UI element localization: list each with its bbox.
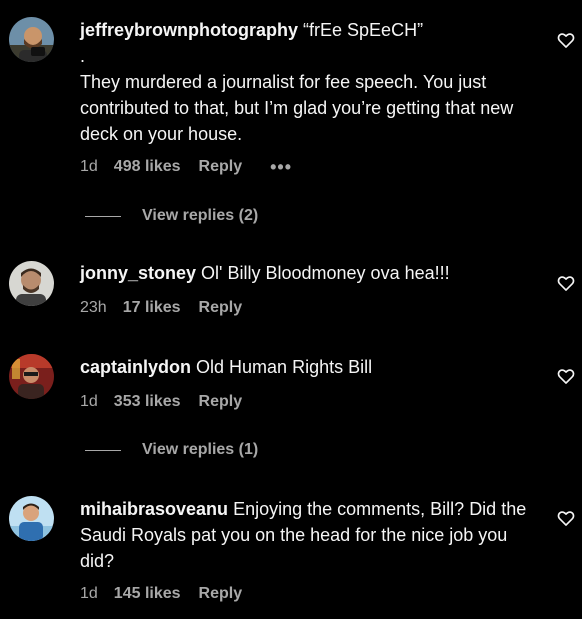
avatar[interactable] (9, 354, 54, 399)
like-heart-icon[interactable] (556, 30, 576, 50)
comment-username[interactable]: mihaibrasoveanu (80, 499, 228, 519)
comment-username[interactable]: jonny_stoney (80, 263, 196, 283)
like-heart-icon[interactable] (556, 366, 576, 386)
divider-line (85, 215, 121, 217)
comment-meta: 1d 145 likes Reply (80, 584, 242, 604)
comment-username[interactable]: jeffreybrownphotography (80, 20, 298, 40)
like-heart-icon[interactable] (556, 508, 576, 528)
comment-meta: 1d 498 likes Reply ••• (80, 157, 292, 177)
comment-time: 1d (80, 393, 98, 410)
comment-text: Old Human Rights Bill (196, 357, 373, 377)
comment-body: mihaibrasoveanu Enjoying the comments, B… (80, 496, 540, 574)
comment-time: 1d (80, 158, 98, 175)
comment-meta: 1d 353 likes Reply (80, 392, 242, 412)
profile-photo-bearded-man-icon (9, 17, 54, 62)
comment-body: jonny_stoney Ol' Billy Bloodmoney ova he… (80, 260, 540, 286)
avatar[interactable] (9, 261, 54, 306)
comment-body: jeffreybrownphotography “frEe SpEeCH” . … (80, 17, 540, 147)
comment-text-line: . (80, 46, 86, 66)
view-replies-button[interactable]: View replies (2) (85, 207, 258, 225)
more-options-icon[interactable]: ••• (270, 157, 292, 177)
comment-text-line: “frEe SpEeCH” (303, 20, 424, 40)
comment-text: Ol' Billy Bloodmoney ova hea!!! (201, 263, 450, 283)
reply-button[interactable]: Reply (199, 584, 243, 604)
avatar[interactable] (9, 496, 54, 541)
likes-count[interactable]: 17 likes (123, 298, 181, 318)
comment-meta: 23h 17 likes Reply (80, 298, 242, 318)
likes-count[interactable]: 353 likes (114, 392, 181, 412)
avatar[interactable] (9, 17, 54, 62)
likes-count[interactable]: 145 likes (114, 584, 181, 604)
divider-line (85, 449, 121, 451)
comment-time: 1d (80, 585, 98, 602)
view-replies-label: View replies (2) (142, 207, 259, 224)
view-replies-label: View replies (1) (142, 441, 259, 458)
view-replies-button[interactable]: View replies (1) (85, 441, 258, 459)
reply-button[interactable]: Reply (199, 392, 243, 412)
like-heart-icon[interactable] (556, 273, 576, 293)
likes-count[interactable]: 498 likes (114, 157, 181, 177)
reply-button[interactable]: Reply (199, 298, 243, 318)
comment-time: 23h (80, 299, 107, 316)
comment-text-line: They murdered a journalist for fee speec… (80, 72, 514, 144)
comment-username[interactable]: captainlydon (80, 357, 191, 377)
profile-photo-man-icon (9, 261, 54, 306)
profile-photo-man-blue-shirt-icon (9, 496, 54, 541)
reply-button[interactable]: Reply (199, 157, 243, 177)
profile-photo-red-scene-icon (9, 354, 54, 399)
comment-body: captainlydon Old Human Rights Bill (80, 354, 540, 380)
